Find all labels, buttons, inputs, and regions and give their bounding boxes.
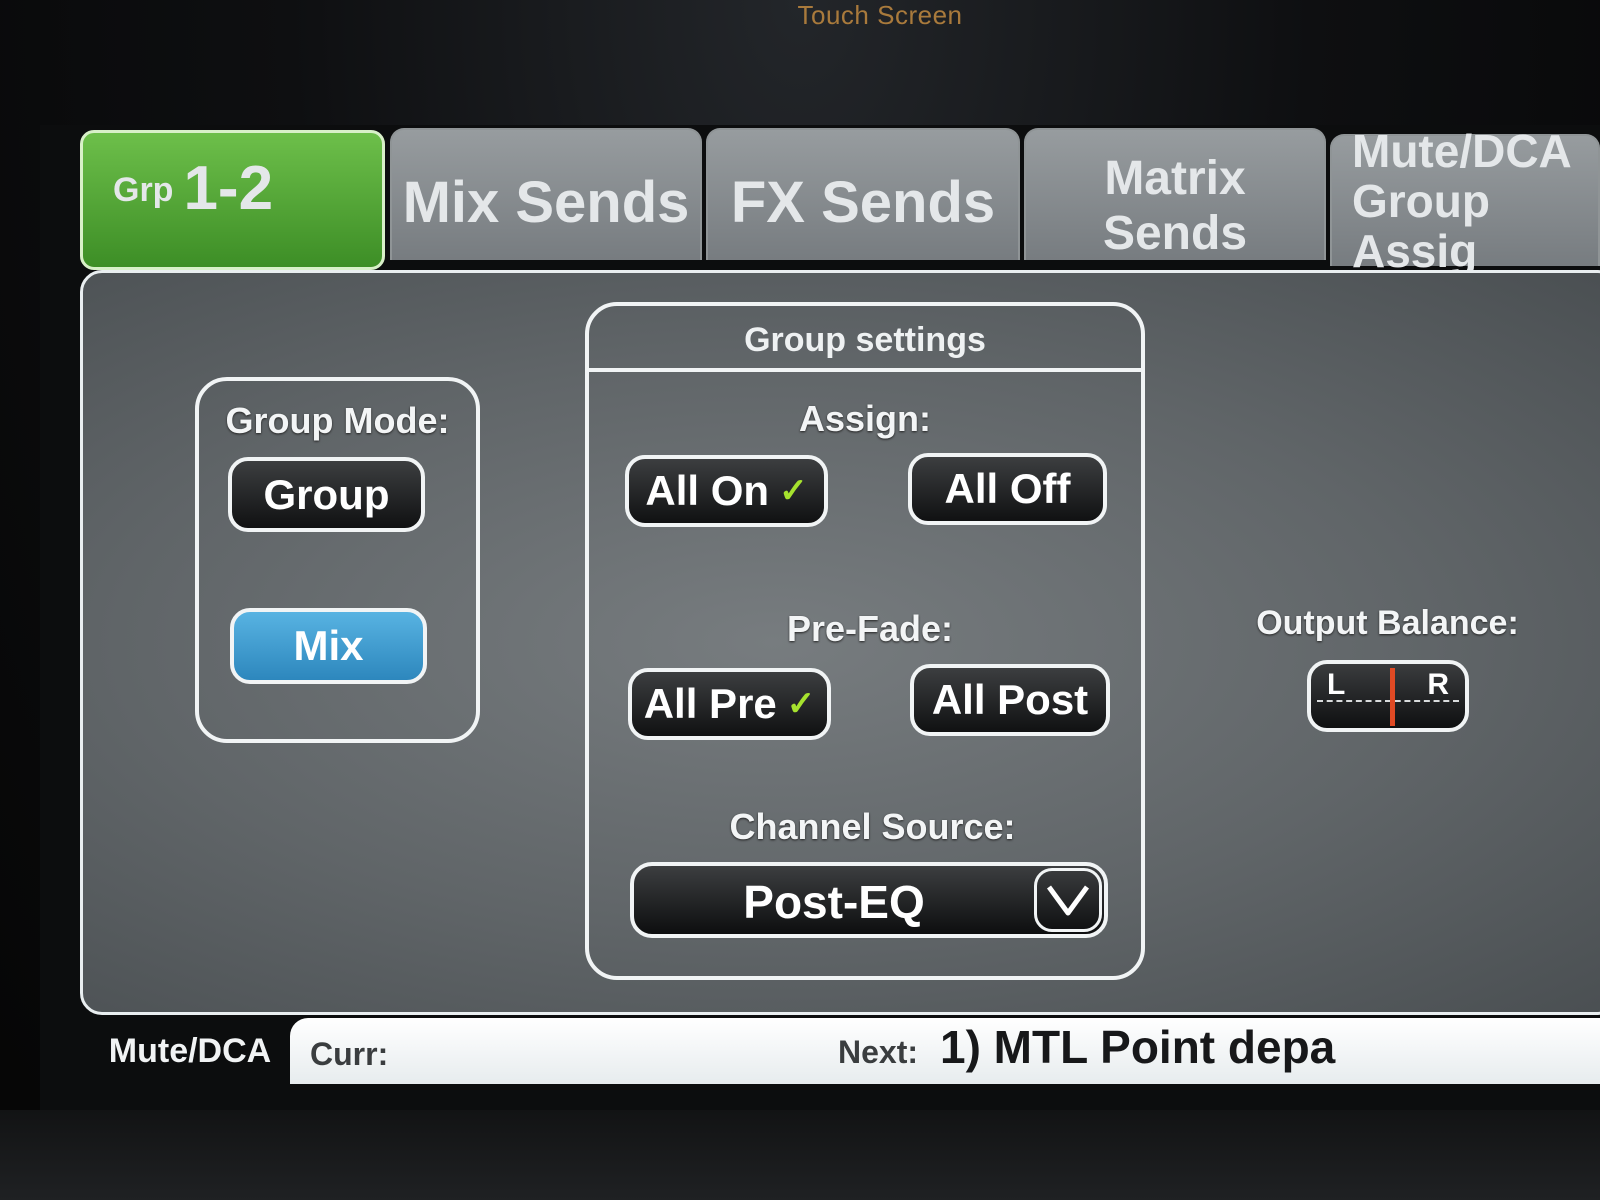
tab-matrix-sends-label: Matrix Sends (1102, 152, 1248, 260)
all-pre-button[interactable]: All Pre ✓ (628, 668, 831, 740)
device-bottom-strip (0, 1110, 1600, 1200)
tab-fx-sends[interactable]: FX Sends (706, 128, 1020, 260)
output-balance-label: Output Balance: (1256, 604, 1519, 642)
mute-dca-button[interactable]: Mute/DCA (95, 1025, 285, 1077)
balance-right-label: R (1427, 668, 1449, 701)
channel-source-value: Post-EQ (743, 876, 925, 928)
output-balance-control[interactable]: L R (1307, 660, 1469, 732)
check-icon: ✓ (779, 472, 808, 510)
check-icon: ✓ (786, 685, 816, 723)
all-on-label: All On (645, 467, 770, 514)
assign-label: Assign: (798, 398, 931, 439)
tab-fx-sends-label: FX Sends (730, 169, 996, 235)
curr-label: Curr: (310, 1036, 389, 1072)
balance-marker[interactable] (1390, 668, 1395, 726)
chevron-down-icon[interactable] (1034, 868, 1102, 932)
all-on-button[interactable]: All On ✓ (625, 455, 828, 527)
cue-bar: Curr: Next: 1) MTL Point depa (290, 1018, 1600, 1084)
next-scene-value: 1) MTL Point depa (940, 1021, 1336, 1073)
balance-left-label: L (1327, 668, 1346, 701)
mix-button[interactable]: Mix (230, 608, 427, 684)
tab-group-number: 1-2 (183, 154, 274, 223)
tab-mute-dca-label: Mute/DCA Group Assig (1352, 125, 1572, 277)
channel-source-dropdown[interactable]: Post-EQ (630, 862, 1108, 938)
pre-fade-label: Pre-Fade: (786, 608, 954, 649)
all-off-label: All Off (944, 465, 1071, 512)
group-button-label: Group (263, 470, 390, 518)
tab-mix-sends[interactable]: Mix Sends (390, 128, 702, 260)
tab-group-prefix: Grp (113, 171, 174, 209)
device-label: Touch Screen (797, 0, 963, 30)
group-mode-label: Group Mode: (225, 400, 450, 441)
tab-mute-dca-group-assign[interactable]: Mute/DCA Group Assig (1330, 126, 1600, 276)
all-off-button[interactable]: All Off (908, 453, 1107, 525)
all-pre-label: All Pre (643, 680, 777, 727)
tab-matrix-sends[interactable]: Matrix Sends (1024, 128, 1326, 260)
next-label: Next: (838, 1034, 919, 1070)
mix-button-label: Mix (293, 622, 364, 669)
all-post-button[interactable]: All Post (910, 664, 1110, 736)
group-settings-title: Group settings (585, 302, 1145, 372)
channel-source-label: Channel Source: (729, 806, 1016, 847)
tab-mix-sends-label: Mix Sends (402, 169, 690, 235)
all-post-label: All Post (931, 676, 1089, 723)
tab-group-1-2[interactable]: Grp 1-2 (80, 130, 385, 270)
group-button[interactable]: Group (228, 457, 425, 532)
balance-scale (1317, 700, 1459, 702)
